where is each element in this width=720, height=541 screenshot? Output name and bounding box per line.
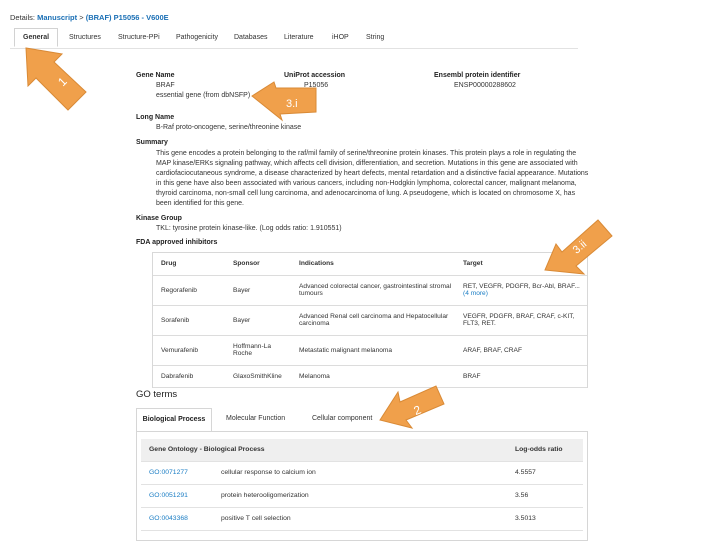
annotation-arrow-2: 2: [379, 385, 445, 429]
annotation-arrow-3i: 3.i: [251, 81, 317, 122]
annotation-overlay: 1 3.i 3.ii 2: [25, 47, 613, 429]
annotation-arrow-3ii: 3.ii: [544, 219, 613, 275]
annotation-arrow-1: 1: [25, 47, 87, 111]
annotation-label-3i: 3.i: [286, 98, 298, 110]
